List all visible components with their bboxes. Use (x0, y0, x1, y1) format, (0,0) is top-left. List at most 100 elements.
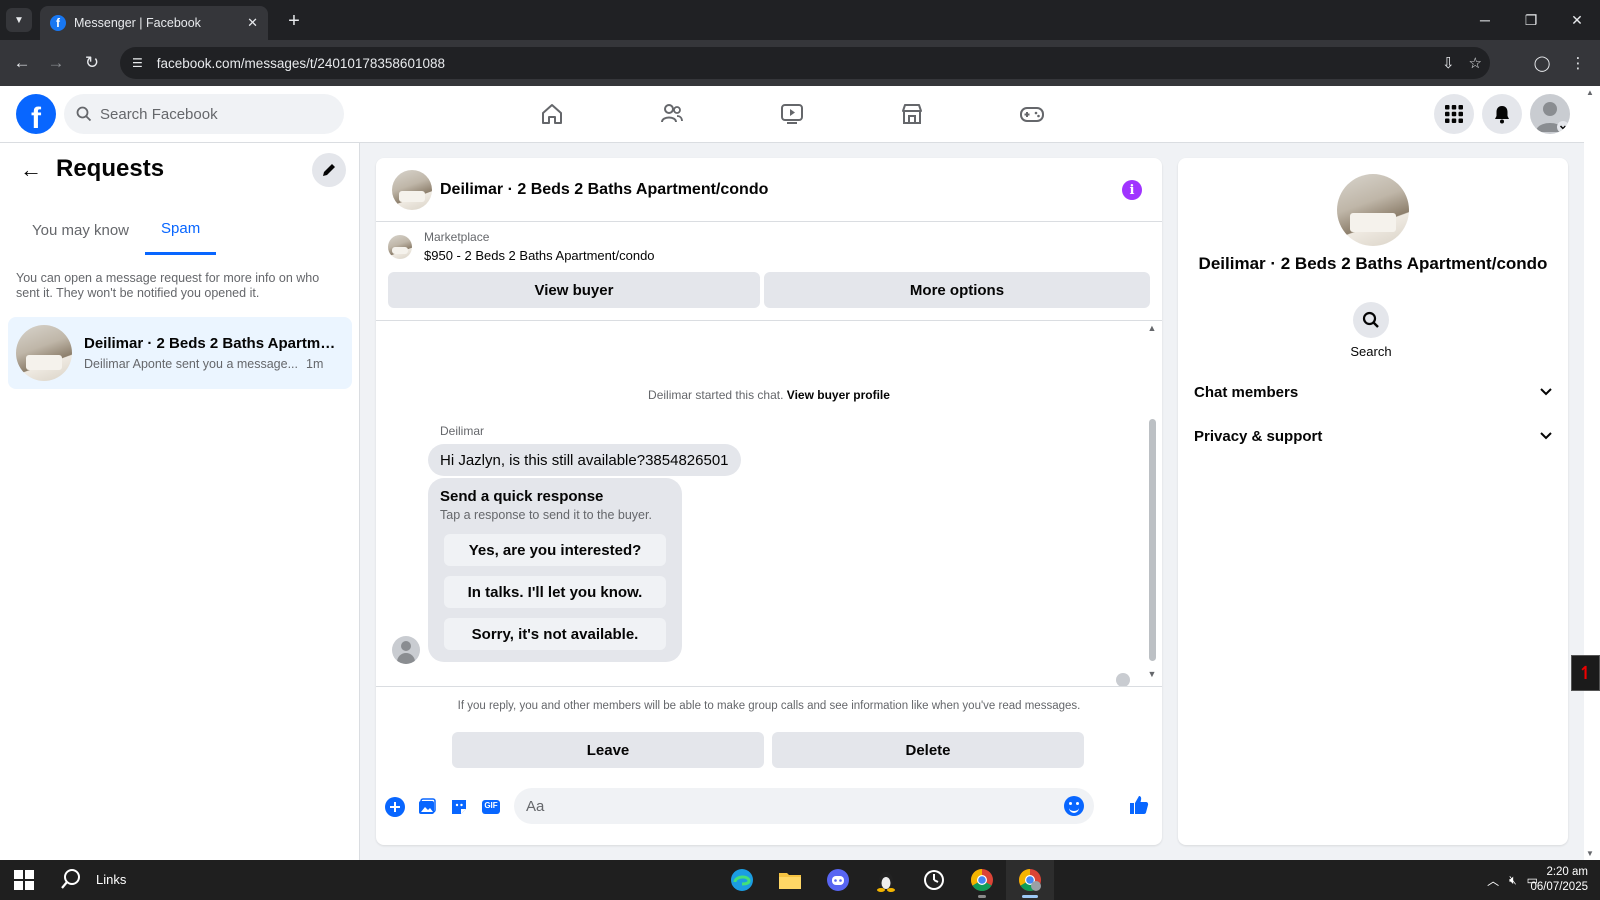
account-avatar-icon[interactable] (1530, 94, 1570, 134)
page-scroll-up-icon[interactable]: ▲ (1586, 88, 1594, 97)
request-info-text: You can open a message request for more … (16, 271, 320, 300)
clock-date: 06/07/2025 (1530, 881, 1588, 893)
linux-tux-icon[interactable] (862, 860, 910, 900)
clock-app-icon[interactable] (910, 860, 958, 900)
details-avatar (1337, 174, 1409, 246)
message-bubble[interactable]: Hi Jazlyn, is this still available?38548… (428, 444, 741, 476)
home-icon[interactable] (532, 96, 572, 132)
profile-icon[interactable]: ◯ (1530, 51, 1554, 75)
read-receipt-icon (1116, 673, 1130, 687)
discord-icon[interactable] (814, 860, 862, 900)
facebook-favicon-icon: f (50, 15, 66, 31)
omnibox[interactable]: ☰ facebook.com/messages/t/24010178358601… (120, 47, 1490, 79)
file-explorer-icon[interactable] (766, 860, 814, 900)
tab-search-button[interactable]: ▼ (6, 8, 32, 32)
leave-button[interactable]: Leave (452, 732, 764, 768)
pencil-icon (323, 164, 335, 176)
taskbar-apps (718, 860, 1054, 900)
sender-avatar (392, 636, 420, 664)
close-window-icon[interactable]: ✕ (1554, 0, 1600, 40)
facebook-search[interactable] (64, 94, 344, 134)
floating-extension-icon[interactable]: ↿ (1571, 655, 1600, 691)
view-buyer-button[interactable]: View buyer (388, 272, 760, 308)
chrome-profile-icon[interactable] (1006, 860, 1054, 900)
scroll-down-icon[interactable]: ▼ (1146, 669, 1158, 679)
tab-you-may-know[interactable]: You may know (16, 205, 145, 255)
requests-panel: ← Requests You may know Spam You can ope… (0, 143, 360, 860)
chat-title[interactable]: Deilimar · 2 Beds 2 Baths Apartment/cond… (440, 181, 768, 199)
conversation-list-item[interactable]: Deilimar · 2 Beds 2 Baths Apartme... Dei… (8, 317, 352, 389)
new-tab-button[interactable]: + (282, 9, 306, 33)
gaming-icon[interactable] (1012, 96, 1052, 132)
page-scroll-down-icon[interactable]: ▼ (1586, 849, 1594, 858)
quick-response-not-available[interactable]: Sorry, it's not available. (444, 618, 666, 650)
restore-icon[interactable]: ❐ (1508, 0, 1554, 40)
minimize-icon[interactable]: ─ (1462, 0, 1508, 40)
close-tab-icon[interactable]: ✕ (247, 15, 258, 31)
privacy-support-label: Privacy & support (1194, 427, 1323, 445)
browser-tab[interactable]: f Messenger | Facebook ✕ (40, 6, 268, 40)
message-input[interactable] (526, 797, 1046, 815)
sender-name: Deilimar (440, 424, 485, 438)
divider (376, 320, 1162, 321)
facebook-top-nav: f (0, 86, 1600, 143)
volume-muted-icon[interactable]: 🔇︎ (1509, 873, 1517, 888)
windows-start-icon[interactable] (14, 870, 34, 890)
marketplace-icon[interactable] (892, 96, 932, 132)
page-scrollbar[interactable]: ▲ ▼ (1584, 86, 1600, 860)
scroll-thumb[interactable] (1149, 419, 1156, 661)
chat-header: Deilimar · 2 Beds 2 Baths Apartment/cond… (376, 158, 1162, 222)
view-buyer-profile-link[interactable]: View buyer profile (787, 388, 890, 402)
conversation-info-icon[interactable]: i (1122, 180, 1142, 200)
marketplace-listing[interactable]: Marketplace $950 - 2 Beds 2 Baths Apartm… (388, 230, 655, 263)
chat-scrollbar[interactable]: ▲ ▼ (1146, 323, 1158, 679)
chat-members-section[interactable]: Chat members (1194, 374, 1552, 410)
quick-response-yes[interactable]: Yes, are you interested? (444, 534, 666, 566)
gif-icon[interactable]: GIF (480, 796, 502, 818)
sticker-icon[interactable] (448, 796, 470, 818)
more-actions-plus-icon[interactable] (384, 796, 406, 818)
page-title: Requests (56, 155, 165, 182)
chevron-down-icon (1540, 432, 1552, 440)
chat-avatar[interactable] (392, 169, 432, 210)
privacy-support-section[interactable]: Privacy & support (1194, 418, 1552, 454)
scroll-up-icon[interactable]: ▲ (1146, 323, 1158, 333)
friends-icon[interactable] (652, 96, 692, 132)
menu-grid-icon[interactable] (1434, 94, 1474, 134)
back-arrow-icon[interactable]: ← (20, 157, 42, 183)
listing-thumbnail (388, 234, 412, 259)
listing-title: $950 - 2 Beds 2 Baths Apartment/condo (424, 248, 655, 263)
forward-icon[interactable]: → (44, 51, 68, 75)
site-info-icon[interactable]: ☰ (132, 56, 143, 70)
taskbar-search[interactable]: Links (60, 868, 126, 890)
back-icon[interactable]: ← (10, 51, 34, 75)
attach-image-icon[interactable] (416, 796, 438, 818)
browser-menu-icon[interactable]: ⋮ (1566, 51, 1590, 75)
quick-response-in-talks[interactable]: In talks. I'll let you know. (444, 576, 666, 608)
reply-notice: If you reply, you and other members will… (457, 700, 1081, 712)
chrome-icon[interactable] (958, 860, 1006, 900)
new-message-button[interactable] (312, 153, 346, 187)
search-in-conversation-button[interactable] (1353, 302, 1389, 338)
message-input-box[interactable] (514, 788, 1094, 824)
divider (376, 686, 1162, 687)
more-options-button[interactable]: More options (764, 272, 1150, 308)
delete-button[interactable]: Delete (772, 732, 1084, 768)
reload-icon[interactable]: ↻ (80, 51, 104, 75)
edge-icon[interactable] (718, 860, 766, 900)
notifications-bell-icon[interactable] (1482, 94, 1522, 134)
system-clock[interactable]: 2:20 am 06/07/2025 (1530, 865, 1588, 895)
quick-response-title: Send a quick response (440, 488, 604, 505)
video-icon[interactable] (772, 96, 812, 132)
search-label: Search (1350, 344, 1392, 359)
emoji-icon[interactable] (1064, 796, 1084, 816)
thumbs-up-icon[interactable] (1128, 794, 1150, 822)
facebook-logo-icon[interactable]: f (16, 94, 56, 134)
gif-label: GIF (484, 801, 498, 810)
tray-chevron-up-icon[interactable]: ︿ (1487, 872, 1499, 889)
search-icon (76, 106, 92, 122)
install-app-icon[interactable]: ⇩ (1442, 54, 1455, 72)
bookmark-star-icon[interactable]: ☆ (1469, 54, 1482, 72)
search-input[interactable] (100, 105, 320, 123)
tab-spam[interactable]: Spam (145, 205, 217, 255)
